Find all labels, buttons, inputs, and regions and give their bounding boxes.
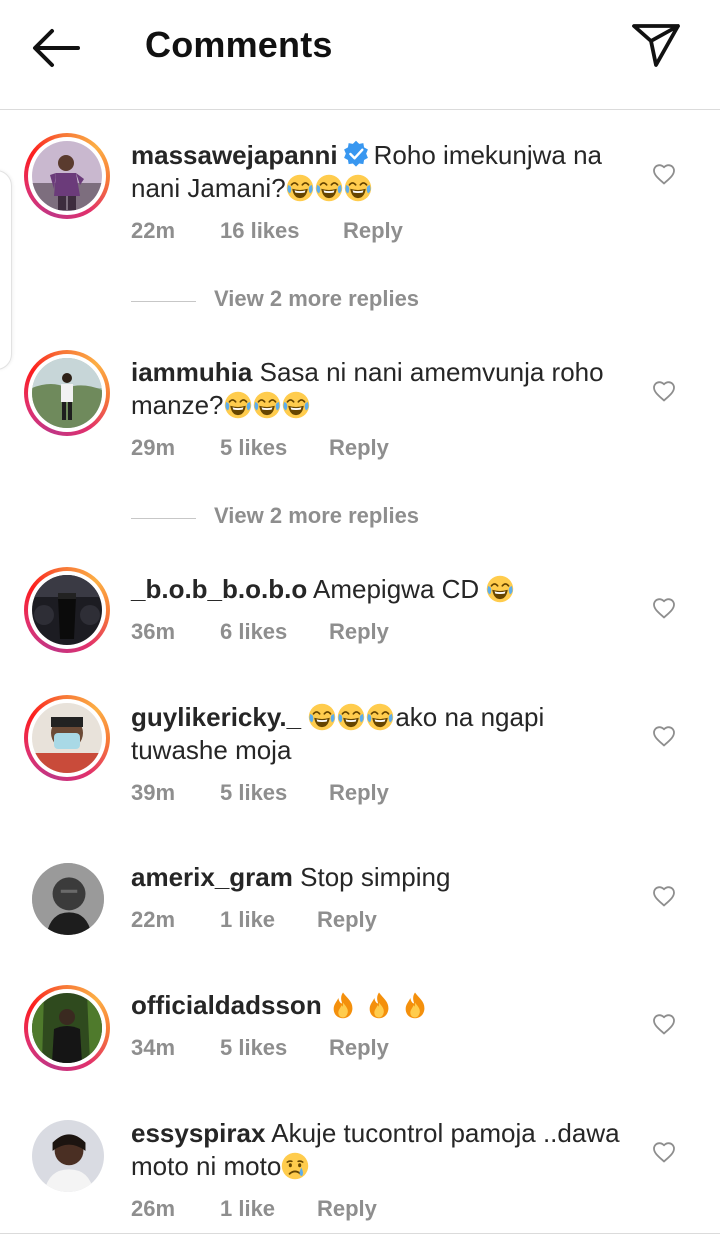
face-with-tears-of-joy-icon — [308, 703, 336, 731]
heart-icon[interactable] — [652, 885, 676, 907]
likes-count[interactable]: 6 likes — [220, 619, 287, 645]
face-with-tears-of-joy-icon — [315, 174, 343, 202]
bottom-divider — [0, 1233, 720, 1234]
reply-button[interactable]: Reply — [343, 218, 403, 244]
fire-icon — [329, 991, 357, 1019]
share-button[interactable] — [630, 22, 682, 68]
face-with-tears-of-joy-icon — [282, 391, 310, 419]
likes-count[interactable]: 16 likes — [220, 218, 300, 244]
comment-time: 36m — [131, 619, 176, 644]
comment-text: _b.o.b_b.o.b.o Amepigwa CD — [131, 573, 631, 606]
view-more-replies[interactable]: View 2 more replies — [131, 503, 531, 533]
username[interactable]: massawejapanni — [131, 140, 338, 170]
reply-button[interactable]: Reply — [329, 435, 389, 461]
view-replies-label: View 2 more replies — [214, 503, 420, 528]
reply-button[interactable]: Reply — [329, 780, 389, 806]
reply-button[interactable]: Reply — [317, 907, 377, 933]
story-ring[interactable] — [24, 350, 110, 436]
avatar — [32, 993, 102, 1063]
avatar — [32, 141, 102, 211]
verified-badge-icon — [343, 140, 368, 167]
face-with-tears-of-joy-icon — [224, 391, 252, 419]
username[interactable]: guylikericky._ — [131, 702, 301, 732]
back-button[interactable] — [30, 27, 82, 69]
comment-text: massawejapanni Roho imekunjwa na nani Jam… — [131, 139, 631, 205]
arrow-left-icon — [33, 29, 80, 67]
view-replies-label: View 2 more replies — [214, 286, 420, 311]
likes-count[interactable]: 5 likes — [220, 435, 287, 461]
comment-time: 34m — [131, 1035, 176, 1060]
avatar — [32, 358, 102, 428]
comment-time: 39m — [131, 780, 176, 805]
comment-body: Amepigwa CD — [313, 574, 480, 604]
reply-button[interactable]: Reply — [329, 1035, 389, 1061]
heart-icon[interactable] — [652, 163, 676, 185]
face-with-tears-of-joy-icon — [253, 391, 281, 419]
comment-text: guylikericky._ ako na ngapi tuwashe moja — [131, 701, 631, 767]
likes-count[interactable]: 1 like — [220, 907, 275, 933]
heart-icon[interactable] — [652, 725, 676, 747]
comment-text: essyspirax Akuje tucontrol pamoja ..dawa… — [131, 1117, 631, 1183]
paper-plane-icon — [632, 24, 680, 67]
story-ring[interactable] — [24, 985, 110, 1071]
heart-icon[interactable] — [652, 597, 676, 619]
comment-text: amerix_gram Stop simping — [131, 861, 631, 894]
comment-time: 22m — [131, 907, 176, 932]
face-with-tears-of-joy-icon — [286, 174, 314, 202]
likes-count[interactable]: 5 likes — [220, 780, 287, 806]
fire-icon — [401, 991, 429, 1019]
heart-icon[interactable] — [652, 1013, 676, 1035]
crying-face-icon — [281, 1152, 309, 1180]
face-with-tears-of-joy-icon — [344, 174, 372, 202]
fire-icon — [365, 991, 393, 1019]
reply-button[interactable]: Reply — [317, 1196, 377, 1222]
divider — [131, 301, 196, 302]
face-with-tears-of-joy-icon — [366, 703, 394, 731]
avatar[interactable] — [32, 1120, 104, 1192]
comment-text: iammuhia Sasa ni nani amemvunja roho man… — [131, 356, 631, 422]
comment-time: 26m — [131, 1196, 176, 1221]
story-ring[interactable] — [24, 695, 110, 781]
username[interactable]: officialdadsson — [131, 990, 322, 1020]
reply-button[interactable]: Reply — [329, 619, 389, 645]
comment-text: officialdadsson — [131, 989, 631, 1022]
heart-icon[interactable] — [652, 1141, 676, 1163]
side-panel-edge[interactable] — [0, 170, 12, 370]
story-ring[interactable] — [24, 567, 110, 653]
comment-time: 29m — [131, 435, 176, 460]
story-ring[interactable] — [24, 133, 110, 219]
face-with-tears-of-joy-icon — [337, 703, 365, 731]
heart-icon[interactable] — [652, 380, 676, 402]
divider — [131, 518, 196, 519]
likes-count[interactable]: 1 like — [220, 1196, 275, 1222]
likes-count[interactable]: 5 likes — [220, 1035, 287, 1061]
username[interactable]: amerix_gram — [131, 862, 293, 892]
avatar — [32, 703, 102, 773]
avatar — [32, 575, 102, 645]
avatar[interactable] — [32, 863, 104, 935]
username[interactable]: iammuhia — [131, 357, 252, 387]
comment-time: 22m — [131, 218, 176, 243]
view-more-replies[interactable]: View 2 more replies — [131, 286, 531, 316]
username[interactable]: essyspirax — [131, 1118, 265, 1148]
comment-body: Stop simping — [300, 862, 451, 892]
face-with-tears-of-joy-icon — [486, 575, 514, 603]
username[interactable]: _b.o.b_b.o.b.o — [131, 574, 307, 604]
page-title: Comments — [145, 24, 333, 65]
header-bar: Comments — [0, 0, 720, 110]
